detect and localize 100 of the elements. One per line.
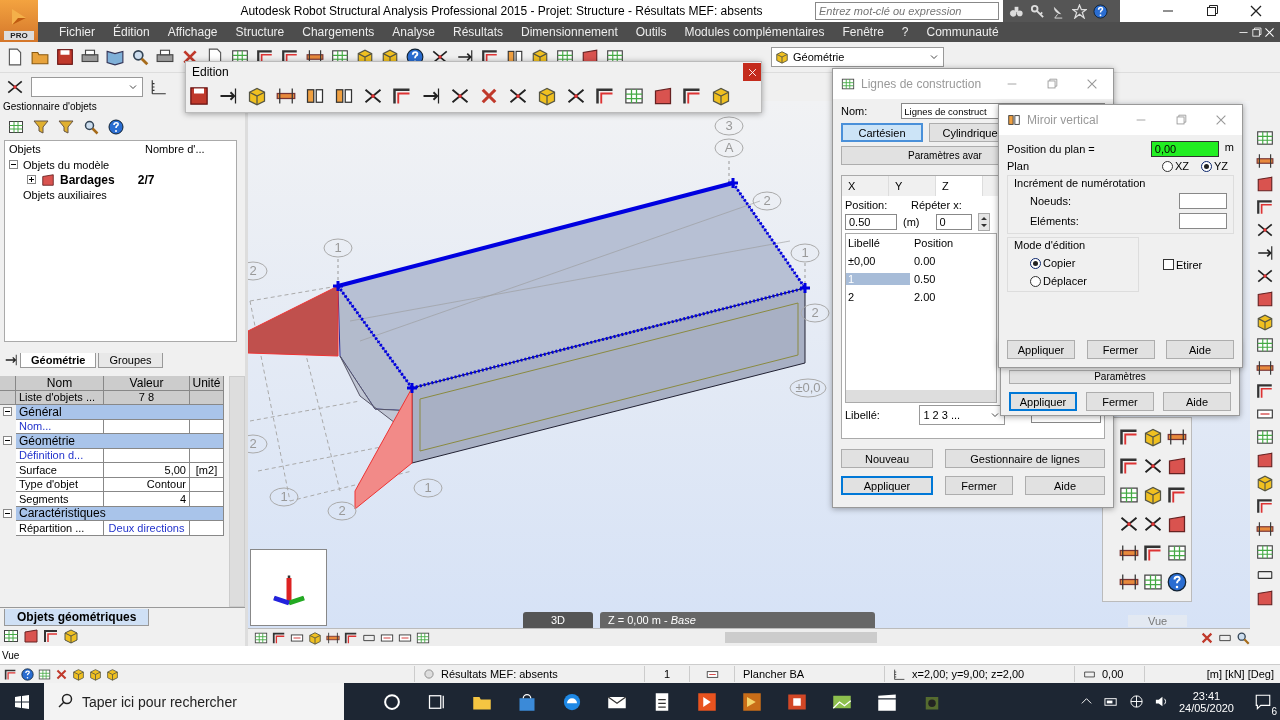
property-name: Répartition ... bbox=[16, 521, 104, 536]
grid-axis-label: 1 bbox=[269, 487, 299, 507]
list-cell[interactable]: 0.00 bbox=[910, 255, 976, 267]
section-header[interactable]: Géométrie bbox=[16, 434, 224, 449]
option-label[interactable]: Déplacer bbox=[1043, 275, 1088, 287]
section-header[interactable]: Général bbox=[16, 405, 224, 420]
option-label[interactable]: Copier bbox=[1043, 257, 1076, 269]
list-cell[interactable]: 2.00 bbox=[910, 291, 976, 303]
menu-item[interactable]: Édition bbox=[104, 25, 159, 39]
panel-tab[interactable]: Groupes bbox=[98, 352, 163, 368]
menu-item[interactable]: Modules complémentaires bbox=[675, 25, 834, 39]
list-cell[interactable]: ±0,00 bbox=[846, 255, 910, 267]
plane-position-field[interactable]: 0,00 bbox=[1150, 141, 1219, 157]
dialog-button[interactable]: Aide bbox=[1025, 476, 1105, 495]
units-text[interactable]: [m] [kN] [Deg] bbox=[1206, 668, 1274, 680]
position-field[interactable]: 0.50 bbox=[845, 214, 897, 230]
angle-value: 0,00 bbox=[1102, 668, 1124, 680]
count-text: 2/7 bbox=[137, 172, 155, 187]
notification-count: 6 bbox=[1271, 705, 1277, 717]
dialog-button[interactable]: Fermer bbox=[945, 476, 1013, 495]
unit-label: m bbox=[1224, 141, 1234, 153]
dialog-button[interactable]: Fermer bbox=[1086, 340, 1155, 359]
panel-title: Gestionnaire d'objets bbox=[2, 101, 98, 114]
view-dropdown[interactable]: Géométrie bbox=[771, 47, 944, 67]
menu-item[interactable]: Dimensionnement bbox=[512, 25, 627, 39]
group-title: Incrément de numérotation bbox=[1014, 177, 1147, 189]
unit-label: (m) bbox=[903, 216, 920, 228]
menu-item[interactable]: Résultats bbox=[444, 25, 512, 39]
property-name: Surface bbox=[16, 463, 104, 478]
grid-axis-label: A bbox=[714, 138, 744, 158]
taskbar-search-field[interactable]: Taper ici pour rechercher bbox=[82, 683, 344, 720]
dialog-button[interactable]: Aide bbox=[1163, 392, 1231, 411]
tree-item[interactable]: Objets auxiliaires bbox=[23, 188, 107, 201]
grid-axis-label: 1 bbox=[413, 478, 443, 498]
grid-axis-label: 1 bbox=[323, 238, 353, 258]
field-label: Libellé: bbox=[845, 409, 881, 421]
grid-axis-label: 3 bbox=[714, 116, 744, 136]
field-label: Position du plan = bbox=[1007, 143, 1096, 155]
field-label: Eléments: bbox=[1029, 215, 1080, 227]
view-mode-button[interactable]: 3D bbox=[523, 612, 593, 628]
dialog-button[interactable]: Nouveau bbox=[841, 449, 933, 468]
panel-tab[interactable]: Objets géométriques bbox=[4, 608, 150, 626]
mode-button[interactable]: Cartésien bbox=[841, 123, 923, 142]
work-plane-label[interactable]: Z = 0,00 m - Base bbox=[600, 612, 875, 628]
unit-text: [m2] bbox=[190, 463, 224, 478]
dialog-button[interactable]: Paramètres bbox=[1009, 370, 1231, 384]
column-header[interactable]: Unité bbox=[190, 376, 224, 391]
menu-item[interactable]: Outils bbox=[626, 25, 676, 39]
column-header[interactable]: Objets bbox=[5, 143, 141, 155]
column-header[interactable]: Libellé bbox=[846, 237, 910, 249]
field-label: Nom: bbox=[841, 105, 868, 117]
option-label[interactable]: Etirer bbox=[1176, 258, 1203, 271]
dialog-button[interactable]: Appliquer bbox=[1009, 392, 1077, 411]
floor-name: Plancher BA bbox=[743, 668, 805, 680]
dialog-button[interactable]: Aide bbox=[1166, 340, 1234, 359]
list-cell[interactable]: 2 bbox=[846, 291, 910, 303]
property-value: 5,00 bbox=[104, 463, 190, 478]
list-cell[interactable]: 0.50 bbox=[910, 273, 976, 285]
property-value: 4 bbox=[104, 492, 190, 507]
dialog-button[interactable]: Fermer bbox=[1086, 392, 1154, 411]
property-value[interactable]: Deux directions bbox=[104, 521, 190, 536]
toolbar-title: Edition bbox=[192, 65, 229, 79]
menu-item[interactable]: Analyse bbox=[383, 25, 444, 39]
tree-item[interactable]: Objets du modèle bbox=[23, 158, 110, 171]
dialog-title: Lignes de construction bbox=[861, 77, 982, 91]
dialog-button[interactable]: Gestionnaire de lignes bbox=[945, 449, 1105, 468]
panel-tab[interactable]: Géométrie bbox=[20, 352, 97, 368]
axis-tab[interactable]: X bbox=[842, 176, 889, 196]
dialog-title: Miroir vertical bbox=[1027, 113, 1099, 127]
column-header[interactable]: Valeur bbox=[104, 376, 190, 391]
axis-tab[interactable]: Z bbox=[936, 176, 983, 196]
column-header[interactable]: Nombre d'... bbox=[141, 143, 209, 155]
field-label: Position: bbox=[845, 199, 889, 211]
option-label[interactable]: XZ bbox=[1174, 160, 1189, 172]
clock-time[interactable]: 23:41 bbox=[1192, 689, 1221, 702]
option-label[interactable]: YZ bbox=[1213, 160, 1228, 172]
grid-axis-label: 2 bbox=[752, 191, 782, 211]
menu-item[interactable]: Chargements bbox=[293, 25, 384, 39]
app-menu-button[interactable]: PRO bbox=[0, 0, 38, 42]
field-label: Noeuds: bbox=[1029, 195, 1072, 207]
label-dropdown[interactable]: 1 2 3 ... bbox=[919, 405, 1005, 425]
menu-item[interactable]: Structure bbox=[226, 25, 294, 39]
clock-date[interactable]: 24/05/2020 bbox=[1178, 701, 1234, 714]
grid-axis-label: 2 bbox=[800, 303, 830, 323]
tree-item[interactable]: Bardages bbox=[60, 172, 115, 187]
status-text: Résultats MEF: absents bbox=[441, 668, 558, 680]
view-label: Vue bbox=[1128, 615, 1188, 627]
window-title: Autodesk Robot Structural Analysis Professional 2015 - Projet: Structure - Résultats MEF: absents bbox=[239, 4, 764, 18]
menu-item[interactable]: Affichage bbox=[158, 25, 227, 39]
menu-item[interactable]: ? bbox=[892, 25, 918, 39]
dialog-button[interactable]: Appliquer bbox=[1007, 340, 1075, 359]
menu-item[interactable]: Fichier bbox=[50, 25, 104, 39]
repeat-field[interactable]: 0 bbox=[935, 214, 972, 230]
dialog-button[interactable]: Appliquer bbox=[841, 476, 933, 495]
menu-item[interactable]: Fenêtre bbox=[833, 25, 893, 39]
menu-item[interactable]: Communauté bbox=[917, 25, 1008, 39]
grid-axis-label: 2 bbox=[327, 501, 357, 521]
column-header[interactable]: Nom bbox=[16, 376, 104, 391]
search-field[interactable]: Entrez mot-clé ou expression bbox=[815, 2, 999, 20]
column-header[interactable]: Position bbox=[910, 237, 976, 249]
